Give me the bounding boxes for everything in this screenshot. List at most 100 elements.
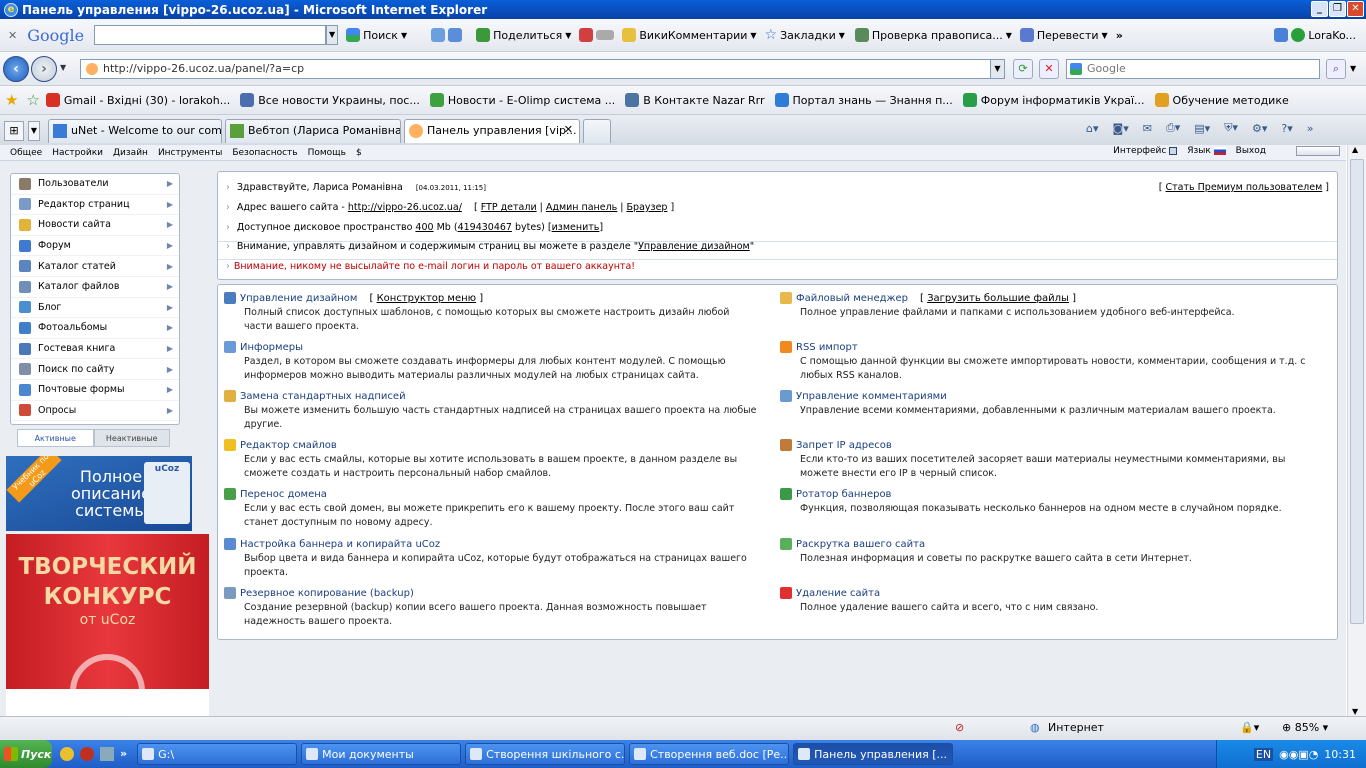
- popup-blocked-icon[interactable]: ⊘: [955, 721, 964, 734]
- feature-title-link[interactable]: Управление дизайном: [240, 293, 357, 304]
- tab-close-icon[interactable]: ✕: [564, 123, 573, 136]
- popup-block-icon[interactable]: [579, 28, 594, 42]
- wrench-icon[interactable]: [1274, 28, 1289, 42]
- ftp-link[interactable]: FTP детали: [481, 202, 537, 213]
- browser-link[interactable]: Браузер: [627, 202, 668, 213]
- print-icon[interactable]: ⎙▾: [1166, 121, 1180, 135]
- add-icon[interactable]: [448, 28, 463, 42]
- feature-title-link[interactable]: Файловый менеджер: [796, 293, 908, 304]
- feature-title-link[interactable]: RSS импорт: [796, 342, 858, 353]
- premium-link[interactable]: Стать Премиум пользователем: [1166, 182, 1323, 193]
- disk-bytes[interactable]: 419430467: [458, 222, 512, 233]
- menu-design[interactable]: Дизайн: [113, 148, 148, 158]
- feature-title-link[interactable]: Раскрутка вашего сайта: [796, 539, 925, 550]
- tab-webtop[interactable]: Вебтоп (Лариса Романівна): [225, 119, 401, 143]
- tab-inactive-modules[interactable]: Неактивные: [93, 429, 170, 447]
- menu-dollar[interactable]: $: [356, 148, 362, 158]
- tray-icons[interactable]: ◉◉▣◔: [1279, 748, 1318, 761]
- taskbar-task[interactable]: Створення веб.doc [Ре...: [629, 743, 790, 765]
- user-button[interactable]: LoraKo...: [1308, 29, 1356, 42]
- feature-title-link[interactable]: Настройка баннера и копирайта uCoz: [240, 539, 440, 550]
- feature-title-link[interactable]: Редактор смайлов: [240, 440, 337, 451]
- favorite-link[interactable]: Все новости Украины, пос...: [240, 93, 420, 107]
- contest-banner[interactable]: ТВОРЧЕСКИЙ КОНКУРС от uCoz: [6, 534, 209, 716]
- feature-title-link[interactable]: Запрет IP адресов: [796, 440, 892, 451]
- logout-link[interactable]: Выход: [1236, 146, 1266, 156]
- start-button[interactable]: Пуск: [0, 740, 52, 768]
- disk-mb[interactable]: 400: [415, 222, 433, 233]
- tab-active-modules[interactable]: Активные: [17, 429, 94, 447]
- design-link[interactable]: Управление дизайном: [638, 241, 750, 252]
- feature-title-link[interactable]: Замена стандартных надписей: [240, 391, 406, 402]
- sidebar-item[interactable]: Блог ▶: [11, 298, 179, 319]
- interface-toggle[interactable]: Интерфейс: [1113, 146, 1178, 156]
- search-button[interactable]: Поиск: [363, 29, 398, 42]
- web-search-input[interactable]: Google: [1066, 59, 1320, 79]
- tools-icon[interactable]: [596, 30, 615, 40]
- favorite-link[interactable]: Gmail - Вхідні (30) - lorakoh...: [45, 93, 230, 107]
- taskbar-task[interactable]: G:\: [137, 743, 298, 765]
- wiki-button[interactable]: ВикиКомментарии: [639, 29, 747, 42]
- favorite-link[interactable]: В Контакте Nazar Rrr: [625, 93, 765, 107]
- tab-panel[interactable]: Панель управления [vip... ✕: [404, 119, 580, 143]
- favorite-link[interactable]: Обучение методике: [1154, 93, 1289, 107]
- url-input[interactable]: http://vippo-26.ucoz.ua/panel/?a=cp: [80, 59, 1005, 79]
- maximize-button[interactable]: ❐: [1329, 1, 1346, 17]
- app-icon[interactable]: [100, 747, 114, 761]
- ucoz-tutorial-banner[interactable]: Учебник по uCoz Полное описание системы …: [6, 456, 192, 531]
- opera-icon[interactable]: [80, 747, 94, 761]
- menu-security[interactable]: Безопасность: [232, 148, 297, 158]
- chrome-icon[interactable]: [60, 747, 74, 761]
- spellcheck-button[interactable]: Проверка правописа...: [872, 29, 1003, 42]
- refresh-button[interactable]: ⟳: [1013, 59, 1033, 79]
- tab-list-icon[interactable]: ▼: [28, 121, 40, 141]
- bookmarks-button[interactable]: Закладки: [780, 29, 836, 42]
- sidebar-item[interactable]: Фотоальбомы ▶: [11, 318, 179, 339]
- taskbar-task[interactable]: Створення шкільного с...: [465, 743, 626, 765]
- url-dropdown-arrow[interactable]: ▼: [990, 60, 1004, 78]
- favorite-link[interactable]: Новости - E-Olimp система ...: [429, 93, 615, 107]
- favorite-link[interactable]: Форум інформатиків Украї...: [962, 93, 1145, 107]
- protected-mode-icon[interactable]: 🔒▾: [1240, 721, 1259, 734]
- menu-help[interactable]: Помощь: [308, 148, 346, 158]
- back-button[interactable]: ‹: [3, 56, 29, 82]
- feature-title-link[interactable]: Резервное копирование (backup): [240, 588, 414, 599]
- admin-panel-link[interactable]: Админ панель: [546, 202, 617, 213]
- search-options-icon[interactable]: ▼: [1350, 64, 1356, 73]
- sidebar-item[interactable]: Пользователи ▶: [11, 174, 179, 195]
- search-go-button[interactable]: ⌕: [1326, 59, 1346, 79]
- sidebar-item[interactable]: Поиск по сайту ▶: [11, 359, 179, 380]
- google-search-input[interactable]: [94, 25, 327, 45]
- sidebar-item[interactable]: Форум ▶: [11, 236, 179, 257]
- feature-title-link[interactable]: Информеры: [240, 342, 303, 353]
- menu-settings[interactable]: Настройки: [52, 148, 103, 158]
- language-selector[interactable]: Язык: [1187, 146, 1226, 156]
- feature-title-link[interactable]: Ротатор баннеров: [796, 489, 891, 500]
- sidebar-item[interactable]: Редактор страниц ▶: [11, 195, 179, 216]
- page-scrollbar[interactable]: ▲ ▼: [1347, 145, 1366, 716]
- menu-tools[interactable]: Инструменты: [158, 148, 222, 158]
- stop-button[interactable]: ✕: [1039, 59, 1059, 79]
- more-chevron-icon[interactable]: »: [1116, 29, 1123, 42]
- change-disk-link[interactable]: изменить: [552, 222, 600, 233]
- scroll-thumb[interactable]: [1350, 159, 1364, 624]
- home-icon[interactable]: ⌂▾: [1086, 122, 1099, 135]
- add-favorite-icon[interactable]: ☆: [26, 91, 39, 109]
- menu-general[interactable]: Общее: [10, 148, 42, 158]
- sidebar-item[interactable]: Почтовые формы ▶: [11, 380, 179, 401]
- taskbar-task[interactable]: Панель управления [...: [793, 743, 954, 765]
- close-button[interactable]: ✕: [1347, 1, 1364, 17]
- tab-unet[interactable]: uNet - Welcome to our comm...: [48, 119, 222, 143]
- new-tab-button[interactable]: [583, 119, 611, 143]
- feature-title-link[interactable]: Перенос домена: [240, 489, 327, 500]
- sidebar-item[interactable]: Новости сайта ▶: [11, 215, 179, 236]
- map-icon[interactable]: [431, 28, 446, 42]
- history-dropdown-icon[interactable]: ▼: [60, 63, 66, 72]
- more-icon[interactable]: »: [1307, 122, 1314, 135]
- taskbar-task[interactable]: Мои документы: [301, 743, 462, 765]
- safety-icon[interactable]: ⛨▾: [1224, 121, 1238, 135]
- tools-gear-icon[interactable]: ⚙▾: [1252, 122, 1267, 135]
- toolbar-close-icon[interactable]: ✕: [8, 29, 17, 42]
- favorite-link[interactable]: Портал знань — Знання п...: [774, 93, 953, 107]
- feature-title-link[interactable]: Управление комментариями: [796, 391, 947, 402]
